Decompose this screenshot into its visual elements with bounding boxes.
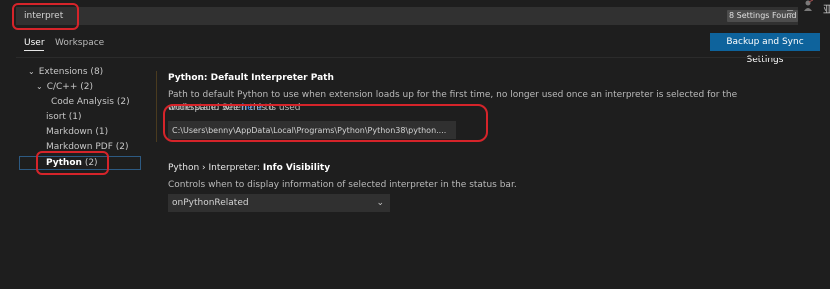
chevron-down-icon: ⌄: [28, 67, 35, 76]
tabs-divider: [16, 57, 820, 58]
setting-name: Info Visibility: [262, 163, 331, 173]
settings-search-bar: [16, 7, 798, 25]
filter-icon[interactable]: [787, 9, 795, 21]
annotation-path-highlight: [163, 104, 488, 142]
setting-title-info-visibility: Python › Interpreter: Info Visibility: [168, 163, 330, 173]
tree-item-markdown[interactable]: Markdown (1): [46, 127, 108, 137]
avatar-icon: [803, 0, 814, 12]
tree-item-label: Extensions (8): [38, 67, 104, 77]
backup-and-sync-button[interactable]: Backup and Sync Settings: [710, 33, 820, 65]
edge-glyph: 亚: [823, 5, 830, 16]
setting-accent-bar: [156, 71, 157, 142]
tree-item-label: C/C++ (2): [46, 82, 93, 92]
setting-category: Python:: [168, 73, 211, 83]
setting-description: Controls when to display information of …: [168, 180, 517, 190]
chevron-down-icon: ⌄: [376, 198, 384, 208]
select-value: onPythonRelated: [172, 198, 249, 208]
setting-name: Default Interpreter Path: [210, 73, 334, 83]
info-visibility-select[interactable]: onPythonRelated ⌄: [168, 194, 390, 212]
annotation-python-highlight: [36, 151, 109, 175]
setting-category: Python › Interpreter:: [168, 163, 263, 173]
tree-item-cpp[interactable]: ⌄ C/C++ (2): [36, 82, 93, 92]
chevron-down-icon: ⌄: [36, 82, 43, 91]
tab-user-underline: [24, 50, 44, 51]
setting-title-default-interpreter-path: Python: Default Interpreter Path: [168, 73, 334, 83]
tree-item-extensions[interactable]: ⌄ Extensions (8): [28, 67, 103, 77]
tab-user[interactable]: User: [24, 38, 45, 48]
tab-workspace[interactable]: Workspace: [55, 38, 104, 48]
annotation-search-highlight: [12, 3, 79, 30]
tree-item-isort[interactable]: isort (1): [46, 112, 82, 122]
tree-item-code-analysis[interactable]: Code Analysis (2): [51, 97, 130, 107]
